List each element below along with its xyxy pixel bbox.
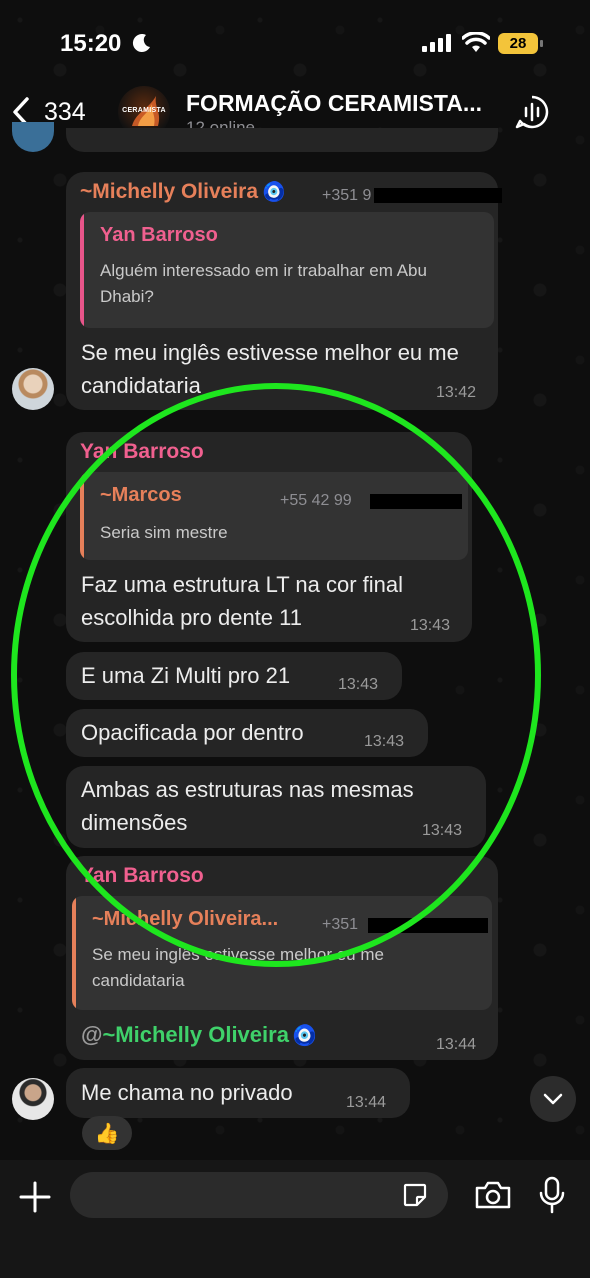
message-input[interactable] bbox=[70, 1172, 448, 1218]
reply-quote[interactable]: ~Michelly Oliveira... +351 Se meu inglês… bbox=[72, 896, 492, 1010]
message-time: 13:43 bbox=[364, 733, 405, 750]
message-text: Opacificada por dentro bbox=[81, 720, 304, 745]
message-author[interactable]: ~Michelly Oliveira 🧿 bbox=[80, 180, 286, 204]
wifi-icon bbox=[462, 32, 490, 52]
message-bubble[interactable]: Yan Barroso ~Marcos +55 42 99 Seria sim … bbox=[66, 432, 472, 642]
scroll-down-button[interactable] bbox=[530, 1076, 576, 1122]
message-time: 13:44 bbox=[346, 1094, 387, 1111]
reply-quote[interactable]: Yan Barroso Alguém interessado em ir tra… bbox=[80, 212, 494, 328]
moon-icon bbox=[132, 34, 150, 53]
message-time: 13:43 bbox=[422, 822, 463, 839]
avatar[interactable] bbox=[12, 368, 54, 410]
message-text: Ambas as estruturas nas mesmas dimensões bbox=[81, 777, 414, 835]
redaction-bar bbox=[368, 918, 488, 933]
message-text: E uma Zi Multi pro 21 bbox=[81, 663, 291, 688]
group-avatar-label: CERAMISTA bbox=[122, 107, 166, 114]
reply-phone: +55 42 99 bbox=[280, 492, 352, 509]
message-author[interactable]: Yan Barroso bbox=[80, 864, 204, 888]
microphone-icon[interactable] bbox=[538, 1176, 566, 1214]
author-phone: +351 9 bbox=[322, 187, 372, 204]
status-bar: 15:20 28 bbox=[0, 0, 590, 80]
message-bubble[interactable]: Me chama no privado 13:44 bbox=[66, 1068, 410, 1118]
sticker-icon[interactable] bbox=[402, 1182, 428, 1208]
reaction-badge[interactable]: 👍 bbox=[82, 1116, 132, 1150]
reply-author: ~Michelly Oliveira... bbox=[92, 908, 279, 930]
message-time: 13:43 bbox=[338, 676, 379, 693]
reply-text: Se meu inglês estivesse melhor eu me can… bbox=[92, 945, 384, 990]
reply-author: ~Marcos bbox=[100, 484, 182, 506]
group-title[interactable]: FORMAÇÃO CERAMISTA... bbox=[186, 90, 496, 117]
message-text: Faz uma estrutura LT na cor final escolh… bbox=[81, 572, 403, 630]
mention[interactable]: @~Michelly Oliveira 🧿 bbox=[81, 1018, 317, 1053]
reply-quote[interactable]: ~Marcos +55 42 99 Seria sim mestre bbox=[80, 472, 468, 560]
message-bubble[interactable]: Yan Barroso ~Michelly Oliveira... +351 S… bbox=[66, 856, 498, 1060]
message-time: 13:42 bbox=[436, 384, 477, 401]
status-time: 15:20 bbox=[60, 30, 122, 57]
message-time: 13:43 bbox=[410, 617, 451, 634]
message-bubble[interactable]: E uma Zi Multi pro 21 13:43 bbox=[66, 652, 402, 700]
avatar[interactable] bbox=[12, 1078, 54, 1120]
input-bar bbox=[0, 1160, 590, 1278]
chevron-down-icon bbox=[543, 1093, 563, 1105]
voice-chat-icon[interactable] bbox=[514, 94, 550, 130]
reply-author: Yan Barroso bbox=[100, 224, 218, 246]
message-bubble-partial bbox=[66, 128, 498, 152]
message-bubble[interactable]: ~Michelly Oliveira 🧿 +351 9 Yan Barroso A… bbox=[66, 172, 502, 410]
redaction-bar bbox=[374, 188, 502, 203]
message-bubble[interactable]: Ambas as estruturas nas mesmas dimensões… bbox=[66, 766, 486, 848]
redaction-bar bbox=[370, 494, 462, 509]
plus-icon[interactable] bbox=[18, 1180, 52, 1214]
camera-icon[interactable] bbox=[474, 1180, 512, 1210]
message-text: Me chama no privado bbox=[81, 1080, 293, 1105]
message-text: Se meu inglês estivesse melhor eu me can… bbox=[81, 340, 459, 398]
message-author[interactable]: Yan Barroso bbox=[80, 440, 204, 464]
message-bubble[interactable]: Opacificada por dentro 13:43 bbox=[66, 709, 428, 757]
signal-icon bbox=[422, 34, 451, 52]
reply-text: Alguém interessado em ir trabalhar em Ab… bbox=[100, 261, 427, 306]
message-time: 13:44 bbox=[436, 1036, 477, 1053]
reply-phone: +351 bbox=[322, 916, 359, 933]
reply-text: Seria sim mestre bbox=[100, 523, 228, 542]
battery-indicator: 28 bbox=[498, 33, 543, 54]
